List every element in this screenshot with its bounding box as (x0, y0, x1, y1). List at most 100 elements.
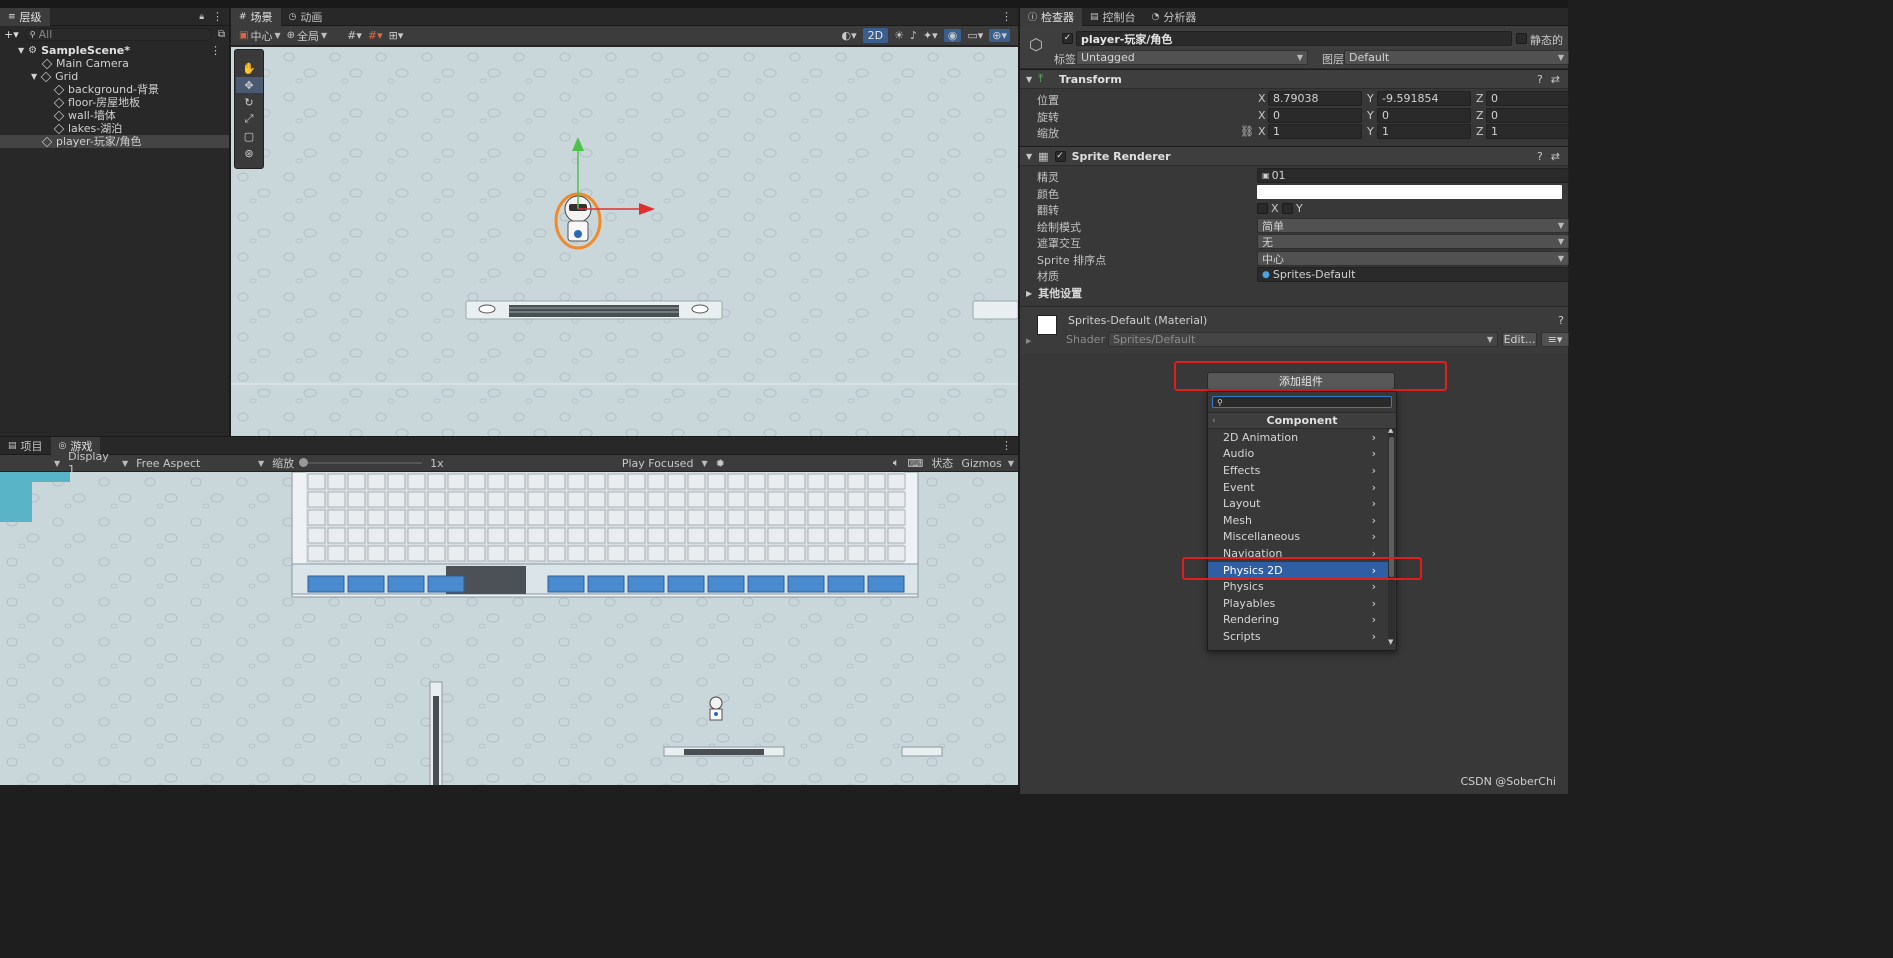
object-name-input[interactable]: player-玩家/角色 (1076, 31, 1512, 46)
increment-snap-icon[interactable]: ⊞▾ (389, 29, 404, 42)
scale-y-input[interactable]: 1 (1377, 124, 1471, 139)
audio-icon[interactable]: ♪ (910, 29, 917, 42)
menu-item-effects[interactable]: Effects › (1208, 462, 1388, 479)
hierarchy-item-main-camera[interactable]: Main Camera (0, 57, 229, 70)
menu-item-audio[interactable]: Audio › (1208, 446, 1388, 463)
draw-mode-icon[interactable]: ◐▾ (841, 29, 856, 42)
hierarchy-item-grid[interactable]: ▼ Grid (0, 70, 229, 83)
tab-hierarchy[interactable]: ≡ 层级 (0, 7, 50, 26)
scroll-up-icon[interactable]: ▲ (1388, 429, 1393, 434)
rotation-z-input[interactable]: 0 (1486, 108, 1569, 123)
shader-edit-button[interactable]: Edit... (1502, 332, 1537, 347)
scale-x-input[interactable]: 1 (1268, 124, 1362, 139)
hierarchy-item-lakes[interactable]: lakes-湖泊 (0, 122, 229, 135)
help-icon[interactable]: ? (1537, 150, 1543, 163)
tab-project[interactable]: ▤ 项目 (0, 437, 51, 455)
flip-y-checkbox[interactable] (1282, 203, 1293, 214)
add-icon[interactable]: +▾ (4, 28, 19, 41)
scale-z-input[interactable]: 1 (1486, 124, 1569, 139)
position-x-input[interactable]: 8.79038 (1268, 91, 1362, 106)
scale-slider-handle[interactable] (299, 458, 309, 467)
menu-item-scripts[interactable]: Scripts › (1208, 628, 1388, 645)
keyboard-icon[interactable]: ⌨ (907, 457, 923, 470)
sort-point-dropdown[interactable]: 中心 ▼ (1257, 251, 1569, 266)
position-z-input[interactable]: 0 (1486, 91, 1569, 106)
collapse-arrow-icon[interactable]: ▼ (1026, 152, 1032, 161)
rect-tool-icon[interactable]: ▢ (236, 128, 263, 144)
sprite-field[interactable]: ▣ 01 (1257, 168, 1569, 183)
play-mode-dropdown[interactable]: Play Focused ▼ (622, 457, 708, 470)
transform-header[interactable]: ▼ ⤒ Transform ? ⇄ (1020, 69, 1568, 89)
sprite-renderer-header[interactable]: ▼ ▦ ✓ Sprite Renderer ? ⇄ (1020, 146, 1568, 166)
layer-dropdown[interactable]: Default ▼ (1344, 50, 1569, 65)
camera-icon[interactable]: ▭▾ (967, 29, 983, 42)
transform-tool-icon[interactable]: ⊛ (236, 145, 263, 161)
gizmos-dropdown[interactable]: Gizmos ▼ (961, 457, 1014, 470)
help-icon[interactable]: ? (1558, 314, 1564, 327)
sprite-renderer-enabled-checkbox[interactable]: ✓ (1054, 150, 1066, 162)
scroll-down-icon[interactable]: ▼ (1388, 638, 1393, 646)
menu-item-layout[interactable]: Layout › (1208, 495, 1388, 512)
hierarchy-search-input[interactable]: ⚲ All (24, 27, 212, 41)
more-menu-icon[interactable]: ⋮ (1001, 10, 1012, 23)
scale-slider[interactable] (299, 458, 423, 467)
scrollbar-thumb[interactable] (1389, 437, 1394, 577)
hand-tool-icon[interactable]: ✋ (236, 60, 263, 76)
menu-scrollbar[interactable]: ▲ ▼ (1388, 429, 1395, 646)
rotation-y-input[interactable]: 0 (1377, 108, 1471, 123)
aspect-dropdown[interactable]: Free Aspect ▼ (136, 457, 264, 470)
move-tool-icon[interactable]: ✥ (235, 77, 263, 93)
menu-item-mesh[interactable]: Mesh › (1208, 512, 1388, 529)
preset-icon[interactable]: ⇄ (1551, 73, 1560, 86)
menu-item-miscellaneous[interactable]: Miscellaneous › (1208, 529, 1388, 546)
shader-menu-button[interactable]: ≡▾ (1541, 332, 1569, 347)
space-dropdown[interactable]: ⊕ 全局 ▼ (287, 28, 328, 44)
other-settings-foldout[interactable]: ▶ 其他设置 (1020, 284, 1568, 302)
color-swatch[interactable] (1257, 185, 1562, 199)
tab-animation[interactable]: ◷ 动画 (281, 8, 331, 26)
more-menu-icon[interactable]: ⋮ (1001, 439, 1012, 452)
help-icon[interactable]: ? (1537, 73, 1543, 86)
flip-x-checkbox[interactable] (1257, 203, 1268, 214)
menu-item-physics[interactable]: Physics › (1208, 578, 1388, 595)
tab-inspector[interactable]: ⓘ 检查器 (1020, 7, 1083, 26)
position-y-input[interactable]: -9.591854 (1377, 91, 1471, 106)
expand-arrow-icon[interactable]: ▼ (31, 70, 37, 83)
collapse-arrow-icon[interactable]: ▼ (1026, 75, 1032, 84)
active-checkbox[interactable]: ✓ (1062, 33, 1073, 44)
lock-icon[interactable]: 🔒︎ (199, 12, 204, 22)
tab-profiler[interactable]: ◔ 分析器 (1144, 8, 1205, 26)
lighting-icon[interactable]: ☀ (894, 29, 904, 42)
menu-item-playables[interactable]: Playables › (1208, 595, 1388, 612)
hierarchy-item-background[interactable]: background-背景 (0, 83, 229, 96)
scene-visibility-button[interactable]: ◉ (943, 29, 962, 42)
tag-dropdown[interactable]: Untagged ▼ (1076, 50, 1308, 65)
tab-console[interactable]: ▤ 控制台 (1082, 8, 1144, 26)
scene-menu-icon[interactable]: ⋮ (210, 44, 221, 57)
effects-icon[interactable]: ✦▾ (923, 29, 938, 42)
hierarchy-item-floor[interactable]: floor-房屋地板 (0, 96, 229, 109)
gizmos-button[interactable]: ⊕▾ (989, 29, 1010, 42)
material-field[interactable]: ● Sprites-Default (1257, 267, 1569, 282)
collapse-arrow-icon[interactable]: ▶ (1026, 337, 1031, 345)
search-filter-icon[interactable]: ⧉ (218, 29, 225, 40)
tab-scene[interactable]: # 场景 (231, 7, 281, 26)
rotation-x-input[interactable]: 0 (1268, 108, 1362, 123)
bug-icon[interactable]: ✹ (716, 457, 725, 470)
scene-root[interactable]: ▼ ⚙ SampleScene* ⋮ (0, 44, 229, 57)
stats-button[interactable]: 状态 (931, 455, 953, 471)
hierarchy-item-wall[interactable]: wall-墙体 (0, 109, 229, 122)
component-search-input[interactable]: ⚲ (1212, 396, 1392, 408)
toggle-2d-button[interactable]: 2D (862, 28, 889, 43)
shader-dropdown[interactable]: Sprites/Default ▼ (1108, 332, 1498, 347)
grid-visibility-icon[interactable]: #▾ (347, 29, 362, 42)
pivot-dropdown[interactable]: ▣ 中心 ▼ (239, 28, 281, 44)
link-scale-icon[interactable]: ⛓ (1240, 125, 1254, 138)
chevron-left-icon[interactable]: ‹ (1212, 416, 1216, 426)
menu-item-rendering[interactable]: Rendering › (1208, 612, 1388, 629)
rotate-tool-icon[interactable]: ↻ (236, 94, 263, 110)
chevron-down-icon[interactable]: ▼ (54, 459, 60, 468)
menu-item-2d-animation[interactable]: 2D Animation › (1208, 429, 1388, 446)
game-viewport[interactable] (0, 472, 1018, 786)
static-checkbox[interactable] (1516, 33, 1527, 44)
